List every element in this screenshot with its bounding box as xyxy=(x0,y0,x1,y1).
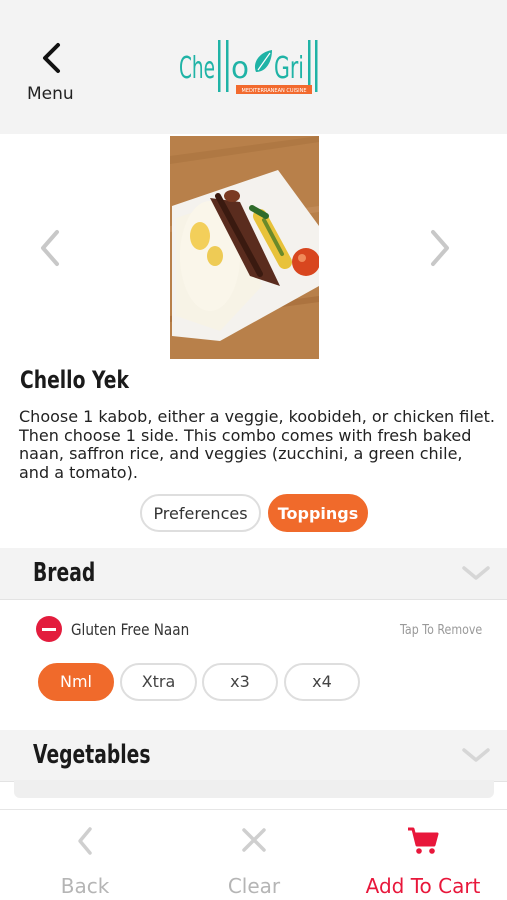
app-header: Menu Che o Gri MEDITERRANEAN CUISINE xyxy=(0,0,507,134)
section-content-edge xyxy=(14,780,494,798)
section-header-bread[interactable]: Bread xyxy=(0,548,507,600)
svg-text:Che: Che xyxy=(179,51,215,86)
remove-option-icon[interactable] xyxy=(36,616,62,642)
svg-text:Gri: Gri xyxy=(274,51,304,86)
quantity-extra[interactable]: Xtra xyxy=(120,663,197,701)
clear-button[interactable]: Clear xyxy=(189,810,319,900)
quantity-x4[interactable]: x4 xyxy=(284,663,360,701)
menu-back-button[interactable]: Menu xyxy=(22,38,82,108)
section-title: Bread xyxy=(33,558,96,588)
back-label: Back xyxy=(60,874,110,898)
kabob-plate-image xyxy=(170,136,319,359)
item-description: Choose 1 kabob, either a veggie, koobide… xyxy=(19,407,495,482)
chevron-down-icon xyxy=(462,566,490,580)
section-title: Vegetables xyxy=(33,740,151,770)
option-name: Gluten Free Naan xyxy=(71,620,190,639)
chevron-down-icon xyxy=(462,748,490,762)
back-button[interactable]: Back xyxy=(20,810,150,900)
previous-item-arrow[interactable] xyxy=(35,228,65,268)
item-title: Chello Yek xyxy=(20,366,129,394)
tab-preferences[interactable]: Preferences xyxy=(140,494,261,532)
add-to-cart-button[interactable]: Add To Cart xyxy=(352,810,494,900)
menu-label: Menu xyxy=(27,84,74,104)
remove-hint: Tap To Remove xyxy=(400,623,483,638)
bottom-action-bar: Back Clear Add To Cart xyxy=(0,809,507,900)
close-icon xyxy=(242,828,266,852)
item-photo xyxy=(170,136,319,359)
quantity-x3[interactable]: x3 xyxy=(202,663,278,701)
add-to-cart-label: Add To Cart xyxy=(365,874,481,898)
tab-toppings[interactable]: Toppings xyxy=(268,494,368,532)
logo-graphic: Che o Gri MEDITERRANEAN CUISINE xyxy=(179,40,318,94)
quantity-normal[interactable]: Nml xyxy=(38,663,114,701)
chevron-left-icon xyxy=(41,230,59,266)
shopping-cart-icon xyxy=(408,827,439,854)
chevron-left-icon xyxy=(78,827,92,855)
chevron-right-icon xyxy=(431,230,449,266)
chevron-left-icon xyxy=(43,43,60,73)
svg-text:o: o xyxy=(231,51,249,86)
section-header-vegetables[interactable]: Vegetables xyxy=(0,730,507,782)
brand-logo: Che o Gri MEDITERRANEAN CUISINE xyxy=(178,38,328,98)
clear-label: Clear xyxy=(227,874,281,898)
next-item-arrow[interactable] xyxy=(425,228,455,268)
svg-text:MEDITERRANEAN CUISINE: MEDITERRANEAN CUISINE xyxy=(242,88,307,94)
